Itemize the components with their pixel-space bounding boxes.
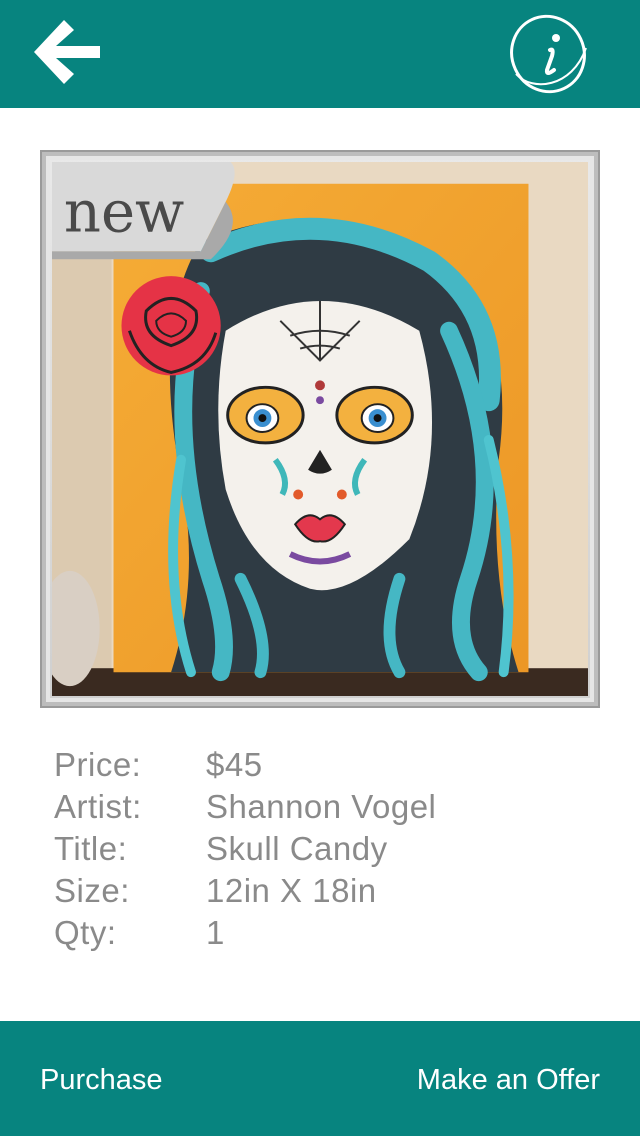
detail-value: 12in X 18in <box>206 872 377 909</box>
back-button[interactable] <box>28 16 104 88</box>
detail-row-artist: Artist: Shannon Vogel <box>54 786 594 828</box>
new-badge-text: new <box>64 178 184 245</box>
info-circle-icon <box>510 14 587 94</box>
detail-label: Title: <box>54 830 128 867</box>
detail-row-qty: Qty: 1 <box>54 912 594 954</box>
artwork-image: new <box>52 162 588 696</box>
arrow-left-icon <box>34 20 100 84</box>
artwork-image-frame[interactable]: new <box>40 150 600 708</box>
detail-label: Size: <box>54 872 130 909</box>
detail-value: $45 <box>206 746 263 783</box>
purchase-button[interactable]: Purchase <box>40 1055 163 1105</box>
detail-label: Price: <box>54 746 142 783</box>
detail-row-size: Size: 12in X 18in <box>54 870 594 912</box>
make-offer-button[interactable]: Make an Offer <box>417 1055 600 1105</box>
bottom-action-bar: Purchase Make an Offer <box>0 1021 640 1136</box>
detail-value: Shannon Vogel <box>206 788 437 825</box>
product-detail-screen: new Price: $45 Artist: Shannon Vogel Tit… <box>0 0 640 1136</box>
detail-row-price: Price: $45 <box>54 744 594 786</box>
detail-value: Skull Candy <box>206 830 388 867</box>
artwork-details: Price: $45 Artist: Shannon Vogel Title: … <box>54 744 594 954</box>
top-bar <box>0 0 640 108</box>
detail-label: Qty: <box>54 914 117 951</box>
detail-value: 1 <box>206 914 225 951</box>
detail-label: Artist: <box>54 788 142 825</box>
info-button[interactable] <box>502 8 594 98</box>
detail-row-title: Title: Skull Candy <box>54 828 594 870</box>
